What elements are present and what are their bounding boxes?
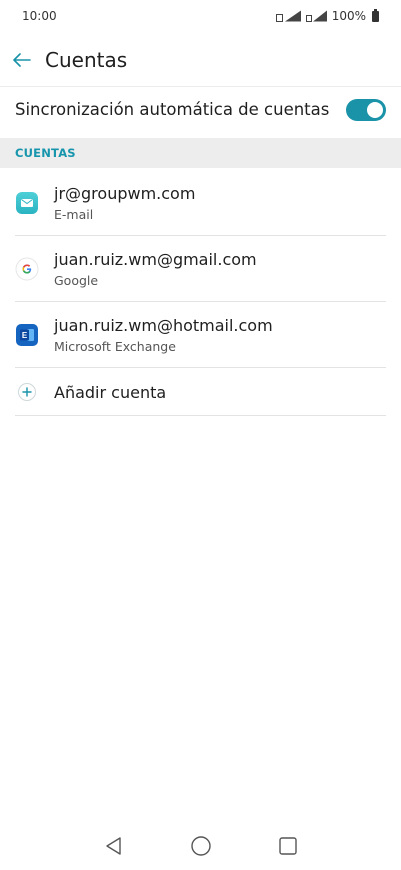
account-type: E-mail xyxy=(54,206,94,222)
svg-text:E: E xyxy=(22,331,28,340)
navigation-bar xyxy=(0,822,401,870)
signal-icon xyxy=(305,10,327,22)
auto-sync-row[interactable]: Sincronización automática de cuentas xyxy=(0,86,401,132)
battery-icon xyxy=(372,8,379,22)
status-icons: 100% xyxy=(275,8,379,23)
account-title: juan.ruiz.wm@hotmail.com xyxy=(54,315,273,335)
sim-signal-icon xyxy=(275,10,301,22)
account-item-email[interactable]: jr@groupwm.com E-mail xyxy=(0,170,401,236)
account-list: jr@groupwm.com E-mail juan.ruiz.wm@gmail… xyxy=(0,170,401,416)
auto-sync-toggle[interactable] xyxy=(346,98,386,121)
add-account-label: Añadir cuenta xyxy=(54,382,167,402)
account-type: Google xyxy=(54,272,99,288)
accounts-section-header: CUENTAS xyxy=(0,138,401,168)
status-time: 10:00 xyxy=(22,9,57,23)
accounts-screen: 10:00 100% Cuentas Sincronización automá… xyxy=(0,0,401,870)
page-title: Cuentas xyxy=(45,48,128,72)
account-type: Microsoft Exchange xyxy=(54,338,176,354)
account-title: jr@groupwm.com xyxy=(54,183,196,203)
exchange-icon: E xyxy=(15,323,39,347)
toggle-knob xyxy=(367,101,383,118)
nav-home-icon[interactable] xyxy=(189,834,213,858)
google-icon xyxy=(15,257,39,281)
nav-recents-icon[interactable] xyxy=(276,834,300,858)
email-app-icon xyxy=(15,191,39,215)
app-bar: Cuentas xyxy=(0,38,401,82)
account-item-exchange[interactable]: E juan.ruiz.wm@hotmail.com Microsoft Exc… xyxy=(0,302,401,368)
add-account-button[interactable]: Añadir cuenta xyxy=(0,368,401,416)
battery-percent: 100% xyxy=(331,9,366,23)
account-title: juan.ruiz.wm@gmail.com xyxy=(54,249,257,269)
account-item-google[interactable]: juan.ruiz.wm@gmail.com Google xyxy=(0,236,401,302)
auto-sync-label: Sincronización automática de cuentas xyxy=(15,100,330,119)
add-icon xyxy=(15,380,39,404)
nav-back-icon[interactable] xyxy=(102,834,126,858)
back-arrow-icon[interactable] xyxy=(11,49,33,71)
status-bar: 10:00 100% xyxy=(0,0,401,32)
